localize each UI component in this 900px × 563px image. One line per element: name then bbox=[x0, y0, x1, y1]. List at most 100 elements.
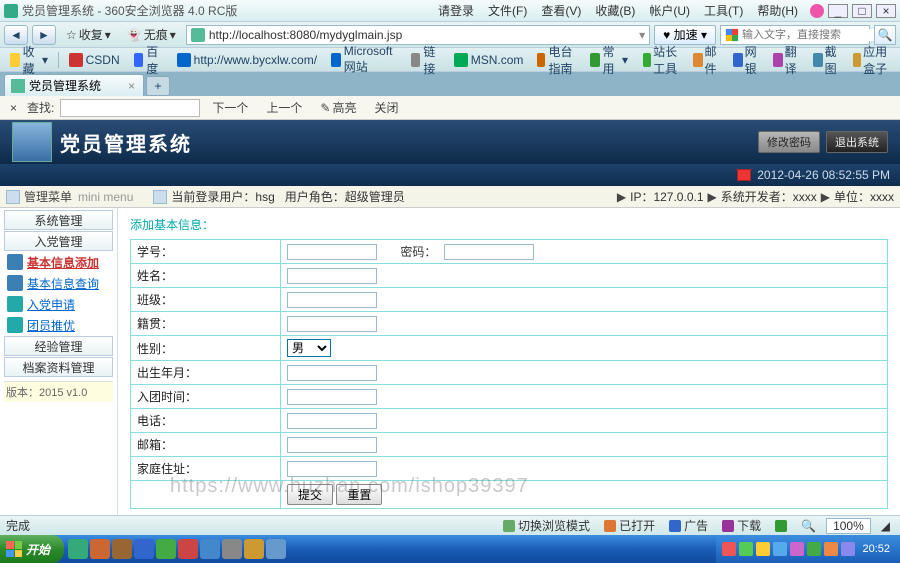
tray-icon[interactable] bbox=[722, 542, 736, 556]
submit-button[interactable]: 提交 bbox=[287, 484, 333, 505]
url-dropdown-icon[interactable]: ▾ bbox=[639, 28, 645, 42]
tip-icon[interactable] bbox=[810, 4, 824, 18]
taskbar-app-icon[interactable] bbox=[178, 539, 198, 559]
tool-webmaster[interactable]: 站长工具 bbox=[638, 43, 686, 77]
mini-menu-label[interactable]: mini menu bbox=[78, 190, 133, 204]
sidebar-item-add-info[interactable]: 基本信息添加 bbox=[4, 252, 113, 272]
resize-grip-icon[interactable]: ◢ bbox=[877, 519, 894, 533]
zoom-out-button[interactable]: 🔍 bbox=[797, 519, 820, 533]
account-menu[interactable]: 帐户(U) bbox=[643, 2, 696, 19]
opened-indicator[interactable]: 已打开 bbox=[600, 517, 659, 534]
taskbar-app-icon[interactable] bbox=[222, 539, 242, 559]
minimize-button[interactable]: _ bbox=[828, 4, 848, 18]
bookmark-bycxlw[interactable]: http://www.bycxlw.com/ bbox=[171, 50, 323, 70]
tray-icon[interactable] bbox=[841, 542, 855, 556]
tool-netbank[interactable]: 网银 bbox=[728, 43, 766, 77]
league-date-input[interactable] bbox=[287, 389, 377, 405]
search-button[interactable]: 🔍 bbox=[874, 25, 896, 45]
find-highlight-button[interactable]: ✎ 高亮 bbox=[314, 99, 362, 116]
birth-input[interactable] bbox=[287, 365, 377, 381]
change-password-button[interactable]: 修改密码 bbox=[758, 131, 820, 153]
taskbar-app-icon[interactable] bbox=[112, 539, 132, 559]
tool-label: 邮件 bbox=[705, 43, 721, 77]
forward-button[interactable]: ► bbox=[32, 25, 56, 45]
sound-indicator[interactable] bbox=[771, 520, 791, 532]
back-button[interactable]: ◄ bbox=[4, 25, 28, 45]
help-menu[interactable]: 帮助(H) bbox=[751, 2, 804, 19]
tool-screenshot[interactable]: 截图 bbox=[808, 43, 846, 77]
fav-menu[interactable]: 收藏(B) bbox=[589, 2, 641, 19]
bookmark-links[interactable]: 链接 bbox=[405, 50, 446, 70]
tray-icon[interactable] bbox=[807, 542, 821, 556]
tray-icon[interactable] bbox=[739, 542, 753, 556]
password-input[interactable] bbox=[444, 244, 534, 260]
clock[interactable]: 20:52 bbox=[858, 543, 894, 555]
incognito-dropdown[interactable]: 👻 无痕 ▾ bbox=[121, 26, 182, 43]
maximize-button[interactable]: □ bbox=[852, 4, 872, 18]
bookmark-common[interactable]: 常用 ▾ bbox=[584, 50, 634, 70]
search-input[interactable] bbox=[742, 29, 884, 41]
file-menu[interactable]: 文件(F) bbox=[482, 2, 533, 19]
find-input[interactable] bbox=[60, 99, 200, 117]
bookmark-radio[interactable]: 电台指南 bbox=[531, 50, 582, 70]
zoom-level[interactable]: 100% bbox=[826, 518, 871, 534]
gender-select[interactable]: 男 bbox=[287, 339, 331, 357]
restore-dropdown[interactable]: ☆ 收复 ▾ bbox=[60, 26, 117, 43]
bookmark-baidu[interactable]: 百度 bbox=[128, 50, 169, 70]
name-input[interactable] bbox=[287, 268, 377, 284]
find-prev-button[interactable]: 上一个 bbox=[260, 99, 308, 116]
tool-translate[interactable]: 翻译 bbox=[768, 43, 806, 77]
new-tab-button[interactable]: + bbox=[146, 76, 170, 96]
login-menu[interactable]: 请登录 bbox=[432, 2, 480, 19]
tray-icon[interactable] bbox=[824, 542, 838, 556]
taskbar-app-icon[interactable] bbox=[200, 539, 220, 559]
view-menu[interactable]: 查看(V) bbox=[535, 2, 587, 19]
bookmark-msn[interactable]: MSN.com bbox=[448, 50, 530, 70]
taskbar-app-icon[interactable] bbox=[266, 539, 286, 559]
origin-input[interactable] bbox=[287, 316, 377, 332]
sidebar-item-apply[interactable]: 入党申请 bbox=[4, 294, 113, 314]
url-input[interactable] bbox=[209, 28, 639, 42]
speed-button[interactable]: ♥ 加速 ▾ bbox=[654, 25, 716, 45]
bookmark-microsoft[interactable]: Microsoft 网站 bbox=[325, 50, 403, 70]
sidebar-item-system[interactable]: 系统管理 bbox=[4, 210, 113, 230]
address-input[interactable] bbox=[287, 461, 377, 477]
sidebar-item-recommend[interactable]: 团员推优 bbox=[4, 315, 113, 335]
bookmark-csdn[interactable]: CSDN bbox=[63, 50, 126, 70]
search-engine-icon[interactable] bbox=[725, 28, 739, 42]
tray-icon[interactable] bbox=[773, 542, 787, 556]
adblock-indicator[interactable]: 广告 bbox=[665, 517, 712, 534]
sidebar-item-archive[interactable]: 档案资料管理 bbox=[4, 357, 113, 377]
class-input[interactable] bbox=[287, 292, 377, 308]
taskbar-app-icon[interactable] bbox=[90, 539, 110, 559]
status-done: 完成 bbox=[6, 517, 30, 534]
start-button[interactable]: 开始 bbox=[0, 535, 64, 563]
tool-appbox[interactable]: 应用盒子 bbox=[848, 43, 896, 77]
sidebar-item-experience[interactable]: 经验管理 bbox=[4, 336, 113, 356]
taskbar-app-icon[interactable] bbox=[156, 539, 176, 559]
tab-active[interactable]: 党员管理系统 × bbox=[4, 74, 144, 96]
taskbar-app-icon[interactable] bbox=[134, 539, 154, 559]
exit-system-button[interactable]: 退出系统 bbox=[826, 131, 888, 153]
download-indicator[interactable]: 下载 bbox=[718, 517, 765, 534]
phone-input[interactable] bbox=[287, 413, 377, 429]
email-input[interactable] bbox=[287, 437, 377, 453]
switch-mode-button[interactable]: 切换浏览模式 bbox=[499, 517, 594, 534]
find-next-button[interactable]: 下一个 bbox=[206, 99, 254, 116]
close-button[interactable]: × bbox=[876, 4, 896, 18]
taskbar-app-icon[interactable] bbox=[244, 539, 264, 559]
find-close-text-button[interactable]: 关闭 bbox=[368, 99, 404, 116]
reset-button[interactable]: 重置 bbox=[336, 484, 382, 505]
favorites-button[interactable]: 收藏 ▾ bbox=[4, 50, 54, 70]
tools-menu[interactable]: 工具(T) bbox=[698, 2, 749, 19]
sidebar-item-query-info[interactable]: 基本信息查询 bbox=[4, 273, 113, 293]
tab-close-button[interactable]: × bbox=[126, 79, 137, 93]
student-id-input[interactable] bbox=[287, 244, 377, 260]
findbar-close-button[interactable]: × bbox=[6, 101, 21, 115]
tool-mail[interactable]: 邮件 bbox=[688, 43, 726, 77]
unit-value: xxxx bbox=[870, 190, 894, 204]
taskbar-app-icon[interactable] bbox=[68, 539, 88, 559]
sidebar-item-party[interactable]: 入党管理 bbox=[4, 231, 113, 251]
tray-icon[interactable] bbox=[756, 542, 770, 556]
tray-icon[interactable] bbox=[790, 542, 804, 556]
